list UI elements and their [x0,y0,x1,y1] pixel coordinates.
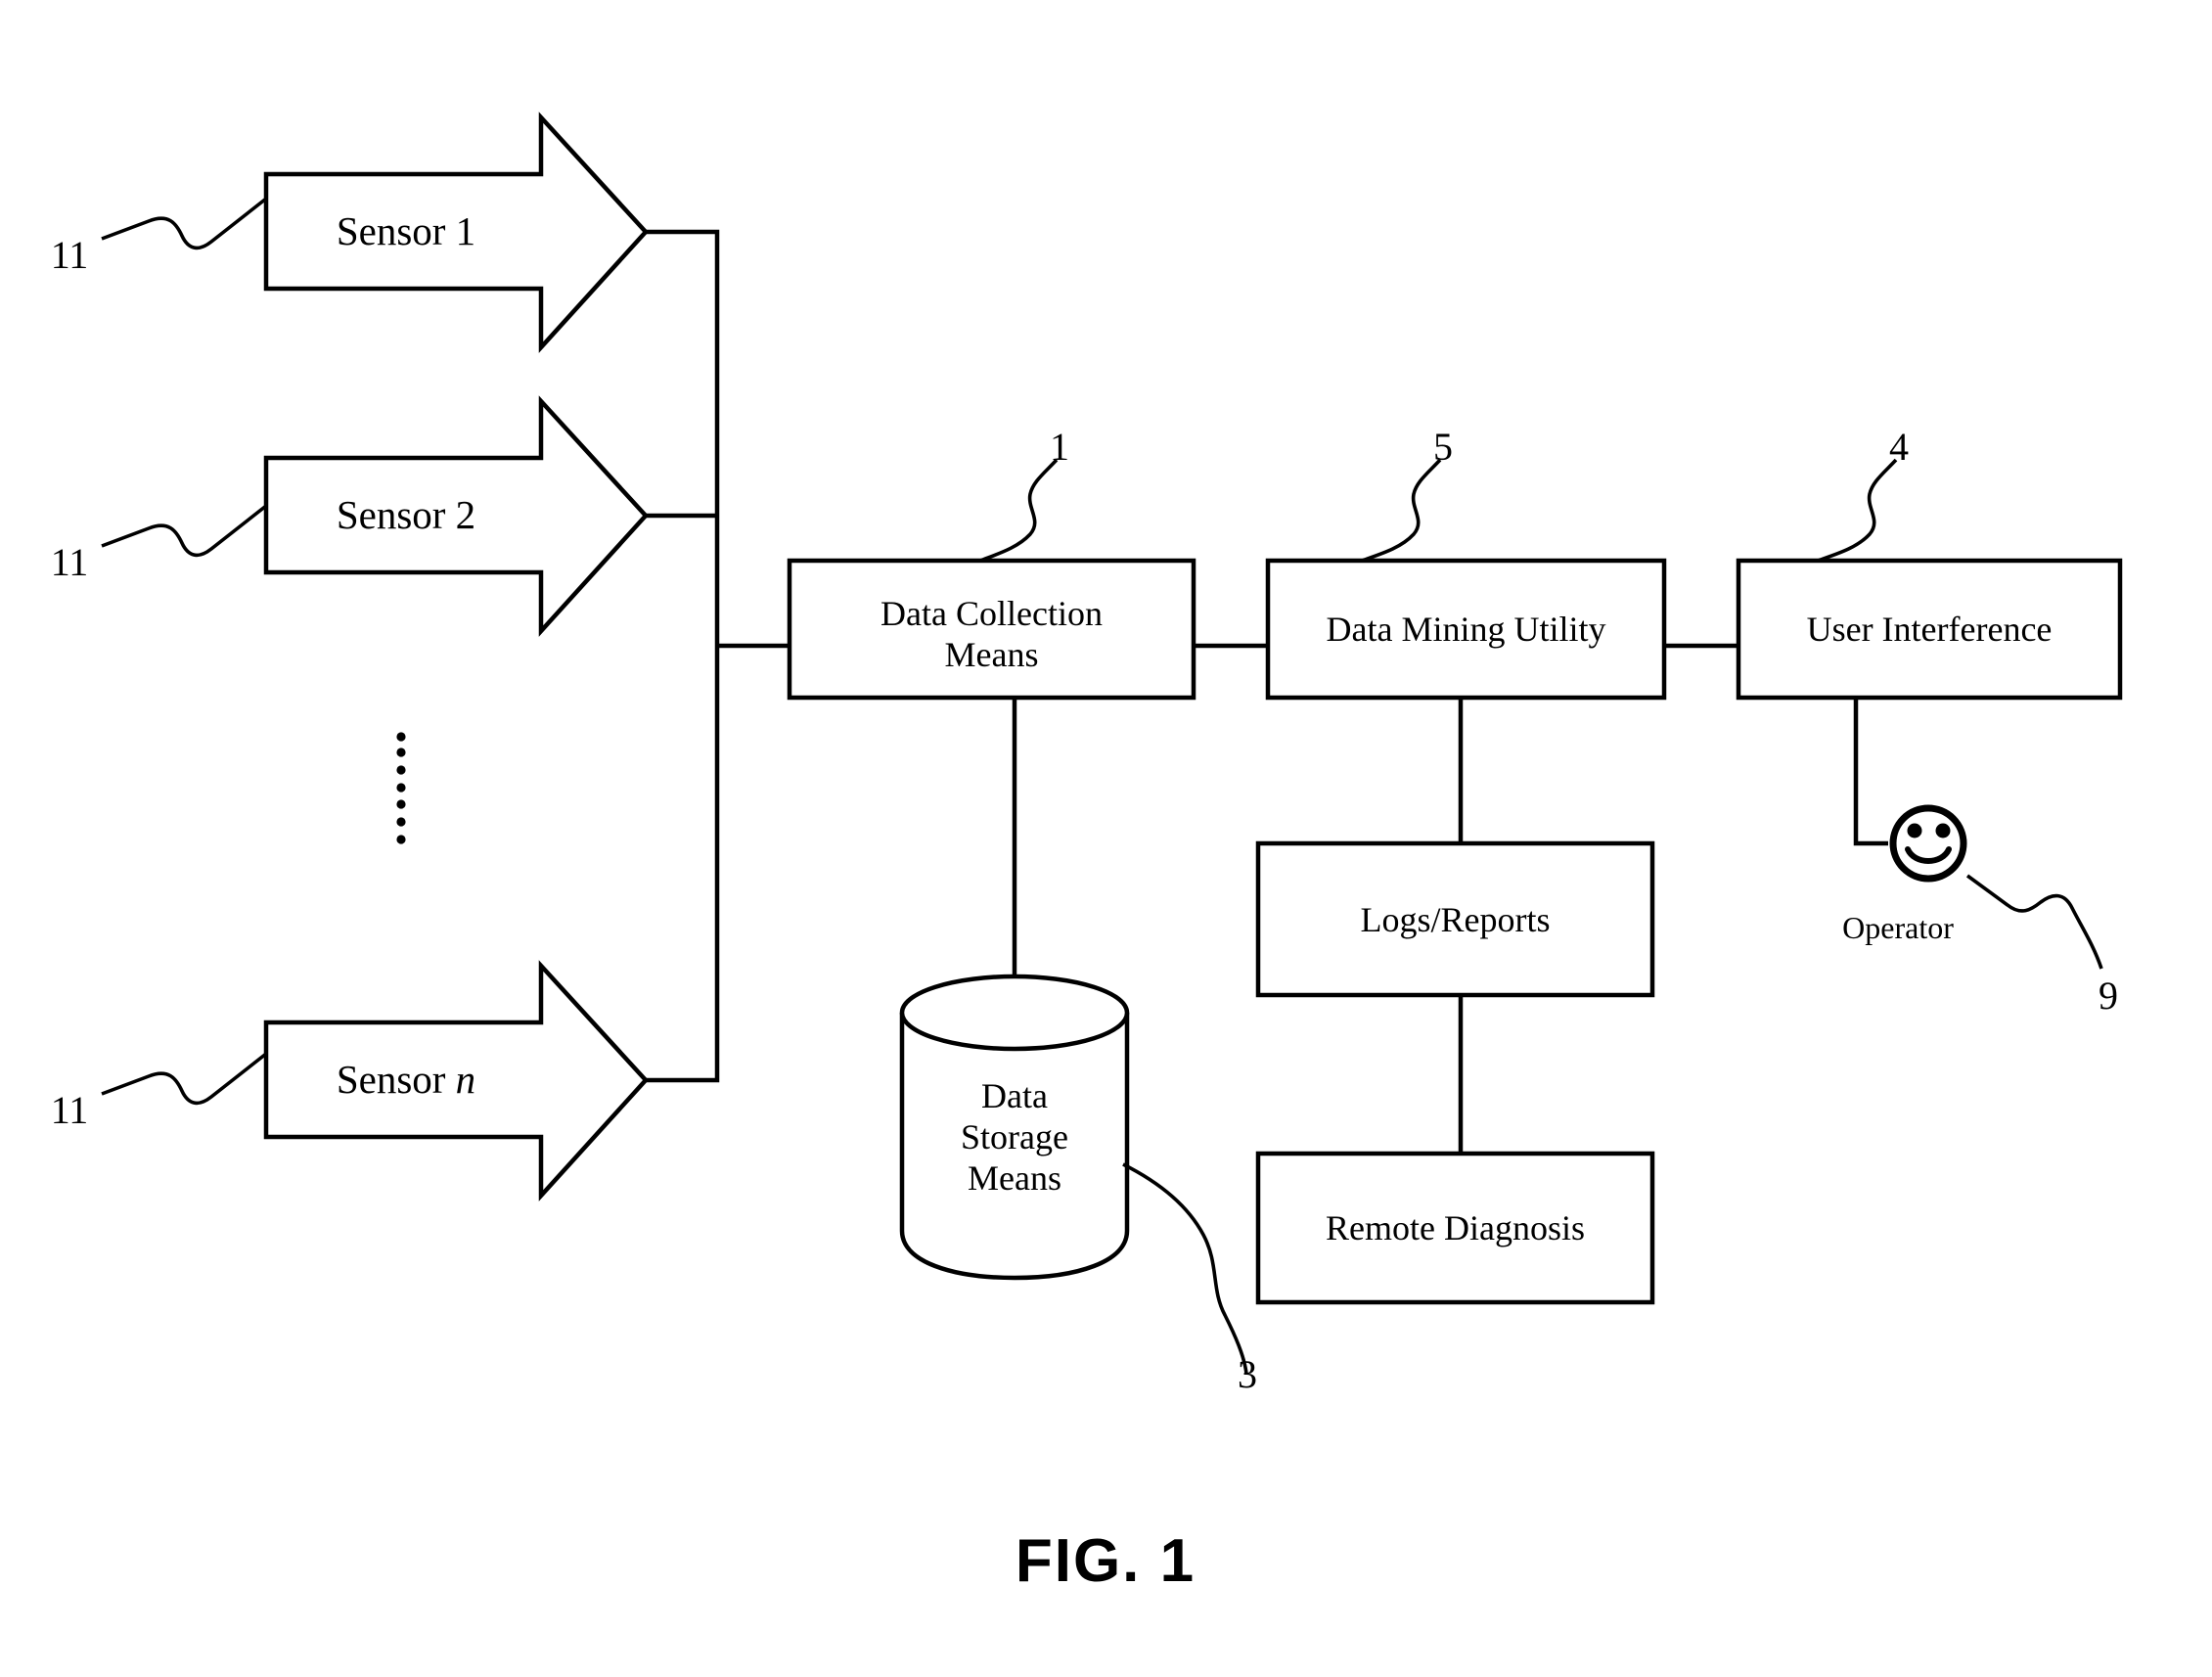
ellipsis-dot [396,732,406,742]
sensor-bus-line [646,229,720,1083]
ref-leader-3 [1122,1162,1248,1375]
patent-figure-1: Sensor 1 Sensor 2 Sensor n 11 11 11 Data… [0,0,2212,1677]
ref-leader-5 [1361,458,1442,563]
smiley-eye-right [1935,823,1951,838]
sensor-n-arrow [263,960,650,1201]
remote-diagnosis-box [1255,1151,1655,1305]
user-interference-box [1736,558,2123,701]
ellipsis-dot [396,783,406,793]
smiley-face-outline [1889,804,1967,883]
link-user-operator [1853,698,1888,846]
smiley-eye-left [1907,823,1922,838]
ref-leader-9 [1965,874,2103,970]
ellipsis-dot [396,765,406,775]
sensor-1-arrow [263,112,650,353]
data-storage-cylinder-body [899,1013,1130,1281]
data-mining-box [1265,558,1667,701]
ref-leader-4 [1817,458,1898,563]
diagram-canvas [101,112,2123,1375]
ellipsis-dot [396,817,406,827]
logs-reports-box [1255,840,1655,998]
ellipsis-dot [396,835,406,844]
ellipsis-dot [396,799,406,809]
ref-leader-11-sensor3 [101,1052,268,1106]
ref-leader-11-sensor1 [101,197,268,250]
ellipsis-dot [396,748,406,757]
data-collection-box [787,558,1196,701]
data-storage-cylinder-top [899,974,1130,1052]
ref-leader-11-sensor2 [101,504,268,558]
sensor-2-arrow [263,395,650,637]
ref-leader-1 [979,458,1059,563]
